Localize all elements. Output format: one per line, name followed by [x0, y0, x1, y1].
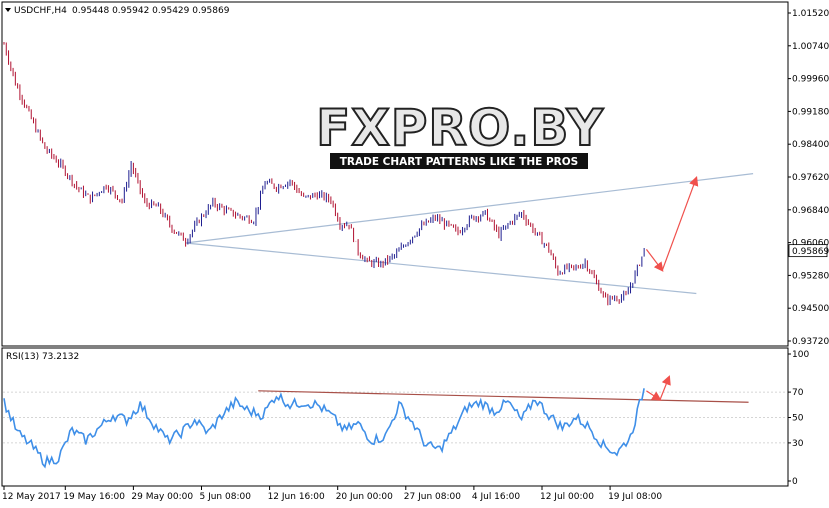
fxpro-watermark: FXPRO.BY TRADE CHART PATTERNS LIKE THE P…	[315, 98, 604, 169]
price-tick-label: 1.01520	[792, 9, 829, 19]
price-tick-label: 0.95280	[792, 271, 829, 281]
price-tick-label: 0.99180	[792, 107, 829, 117]
last-price-label: 0.95869	[792, 247, 829, 257]
price-panel	[1, 1, 789, 347]
price-tick-label: 0.98400	[792, 140, 829, 150]
rsi-axis: 100 70 50 30 0	[788, 350, 809, 487]
rsi-tick-label: 50	[792, 414, 804, 424]
price-axis: 1.01520 1.00740 0.99960 0.99180 0.98400 0.976…	[788, 9, 829, 347]
ohlc-values: 0.95448 0.95942 0.95429 0.95869	[72, 6, 230, 16]
time-tick-label: 20 Jun 00:00	[336, 492, 393, 502]
rsi-tick-label: 70	[792, 388, 804, 398]
rsi-tick-label: 100	[792, 350, 809, 360]
chart-canvas: USDCHF,H4 0.95448 0.95942 0.95429 0.9586…	[1, 1, 829, 502]
rsi-tick-label: 30	[792, 439, 804, 449]
time-tick-label: 12 Jul 00:00	[540, 492, 594, 502]
time-tick-label: 19 May 16:00	[63, 492, 125, 502]
time-axis: 12 May 2017 19 May 16:00 29 May 00:00 5 Jun…	[2, 486, 662, 502]
price-tick-label: 0.93720	[792, 337, 829, 347]
price-tick-label: 0.97620	[792, 173, 829, 183]
price-tick-label: 0.94500	[792, 304, 829, 314]
time-tick-label: 12 May 2017	[2, 492, 61, 502]
rsi-title: RSI(13) 73.2132	[6, 352, 79, 362]
price-tick-label: 0.99960	[792, 75, 829, 85]
time-tick-label: 4 Jul 16:00	[472, 492, 521, 502]
time-tick-label: 19 Jul 08:00	[608, 492, 662, 502]
time-tick-label: 5 Jun 08:00	[199, 492, 251, 502]
time-tick-label: 29 May 00:00	[131, 492, 193, 502]
symbol-label: USDCHF,H4	[14, 6, 67, 16]
watermark-tagline: TRADE CHART PATTERNS LIKE THE PROS	[340, 156, 578, 168]
time-tick-label: 27 Jun 08:00	[404, 492, 461, 502]
time-tick-label: 12 Jun 16:00	[268, 492, 325, 502]
rsi-tick-label: 0	[792, 477, 798, 487]
watermark-brand: FXPRO.BY	[316, 99, 604, 157]
price-tick-label: 1.00740	[792, 42, 829, 52]
price-tick-label: 0.96840	[792, 206, 829, 216]
last-price-tag: 0.95869	[788, 244, 829, 257]
